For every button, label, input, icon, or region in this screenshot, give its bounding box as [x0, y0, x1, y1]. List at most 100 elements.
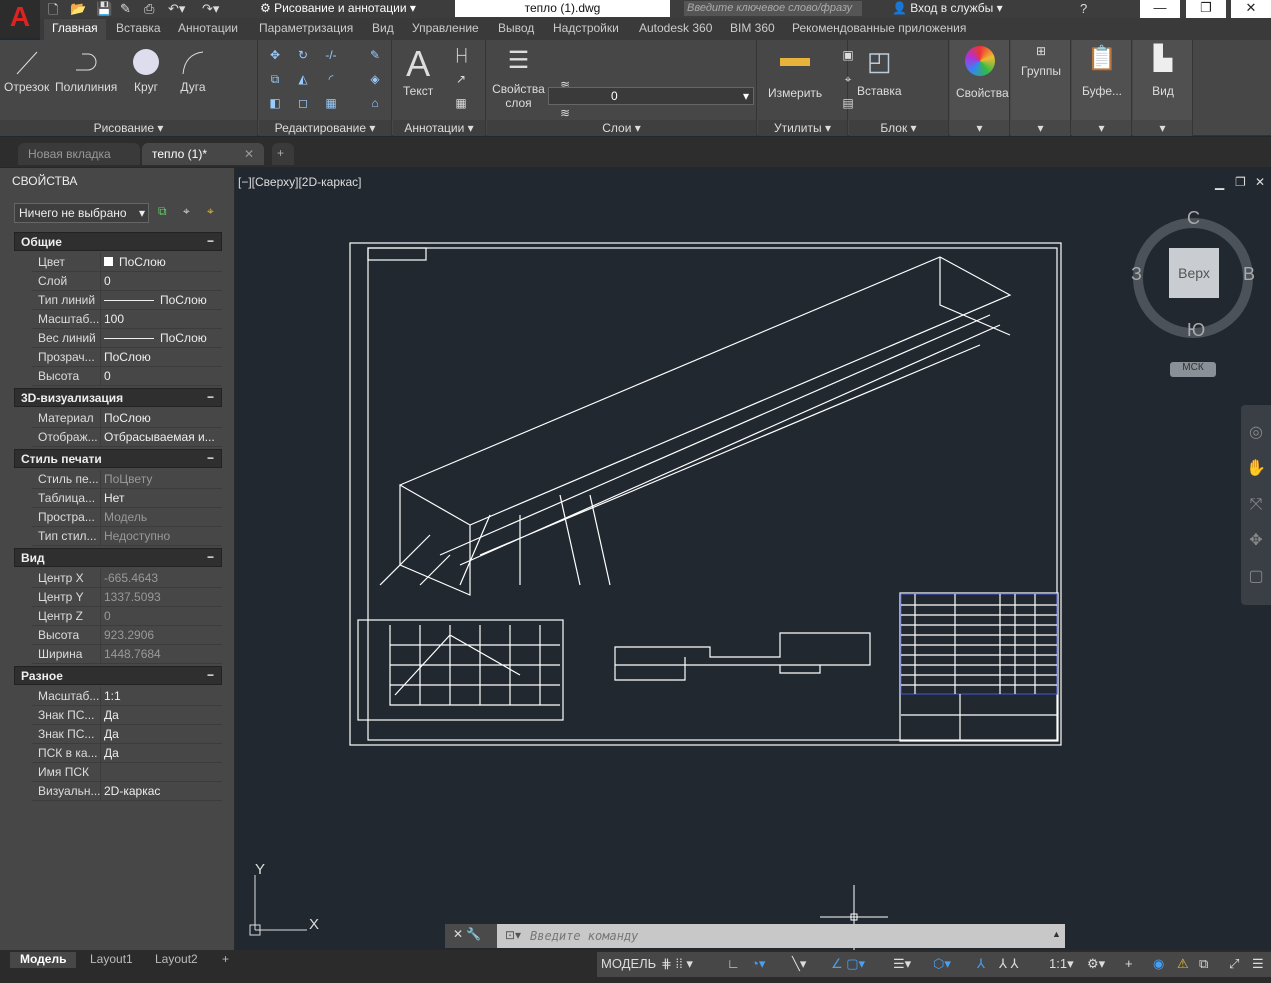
help-icon[interactable]: ? [1080, 1, 1087, 16]
customize-menu-icon[interactable]: ☰ [1252, 956, 1264, 972]
property-row[interactable]: Тип линий ПоСлою [32, 291, 222, 310]
property-row[interactable]: Центр Z 0 [32, 607, 222, 626]
stretch-icon[interactable]: ◧ [267, 96, 283, 110]
property-row[interactable]: Масштаб... 1:1 [32, 687, 222, 706]
model-space-button[interactable]: МОДЕЛЬ [601, 956, 656, 971]
tab-parametric[interactable]: Параметризация [259, 21, 353, 35]
lineweight-icon[interactable]: ☰▾ [893, 956, 911, 972]
grid-icon[interactable]: ⋕ ⁞⁞ ▾ [661, 956, 693, 972]
compass-west[interactable]: З [1131, 264, 1142, 285]
circle-tool[interactable]: Круг [132, 48, 160, 94]
doc-tab-new[interactable]: Новая вкладка [18, 143, 140, 165]
property-row[interactable]: Вес линий ПоСлою [32, 329, 222, 348]
tab-annotate[interactable]: Аннотации [178, 21, 238, 35]
auto-scale-icon[interactable]: ⅄ ⅄ [999, 956, 1019, 972]
close-button[interactable]: ✕ [1231, 0, 1271, 18]
tab-home[interactable]: Главная [44, 19, 106, 40]
select-objects-icon[interactable]: ⌖ [183, 204, 190, 219]
save-icon[interactable]: 💾 [96, 1, 112, 17]
panel-modify-label[interactable]: Редактирование ▾ [259, 120, 391, 136]
search-input[interactable]: Введите ключевое слово/фразу [684, 1, 862, 16]
add-layout-button[interactable]: + [212, 952, 239, 968]
compass-north[interactable]: С [1187, 208, 1200, 229]
workspace-dropdown[interactable]: ⚙ Рисование и аннотации ▾ [260, 0, 440, 17]
section-header[interactable]: Вид − [14, 548, 222, 567]
layout-tab-1[interactable]: Layout1 [80, 952, 143, 968]
property-row[interactable]: Высота 923.2906 [32, 626, 222, 645]
property-row[interactable]: Цвет ПоСлою [32, 253, 222, 272]
property-row[interactable]: Простра... Модель [32, 508, 222, 527]
mirror-icon[interactable]: ◭ [295, 72, 311, 86]
layout-tab-model[interactable]: Модель [10, 952, 77, 968]
property-row[interactable]: Слой 0 [32, 272, 222, 291]
panel-annotation-label[interactable]: Аннотации ▾ [393, 120, 485, 136]
table-icon[interactable]: ▦ [453, 96, 469, 110]
property-row[interactable]: ПСК в ка... Да [32, 744, 222, 763]
annotation-monitor-icon[interactable]: + [1125, 956, 1133, 971]
property-row[interactable]: Центр X -665.4643 [32, 569, 222, 588]
app-menu-button[interactable]: A [0, 0, 40, 38]
workspace-switch-icon[interactable]: ⚙▾ [1087, 956, 1105, 972]
osnap-icon[interactable]: ∠ ▢▾ [831, 956, 865, 972]
panel-draw-label[interactable]: Рисование ▾ [0, 120, 257, 136]
command-prompt-icon[interactable]: ⊡▾ [505, 928, 521, 942]
polar-icon[interactable]: ◔▾ [751, 956, 765, 972]
layout-tab-2[interactable]: Layout2 [145, 952, 208, 968]
panel-utilities-label[interactable]: Утилиты ▾ [758, 120, 847, 136]
property-row[interactable]: Центр Y 1337.5093 [32, 588, 222, 607]
minimize-button[interactable]: — [1140, 0, 1180, 18]
property-row[interactable]: Таблица... Нет [32, 489, 222, 508]
section-header[interactable]: 3D-визуализация − [14, 388, 222, 407]
section-header[interactable]: Общие − [14, 232, 222, 251]
new-tab-button[interactable]: + [272, 143, 294, 165]
dimension-icon[interactable]: ├┤ [453, 48, 470, 62]
tab-addins[interactable]: Надстройки [553, 21, 619, 35]
polyline-tool[interactable]: Полилиния [55, 48, 117, 94]
move-icon[interactable]: ✥ [267, 48, 283, 62]
tab-manage[interactable]: Управление [412, 21, 479, 35]
viewport-controls[interactable]: [−][Сверху][2D-каркас] [238, 175, 362, 189]
copy-icon[interactable]: ⧉ [267, 72, 283, 86]
groups-expand[interactable]: ▾ [1011, 120, 1070, 136]
array-icon[interactable]: ▦ [323, 96, 339, 110]
tab-output[interactable]: Вывод [498, 21, 534, 35]
collapse-icon[interactable]: − [207, 550, 214, 564]
compass-south[interactable]: Ю [1187, 320, 1205, 341]
property-row[interactable]: Высота 0 [32, 367, 222, 386]
redo-icon[interactable]: ↷▾ [202, 1, 219, 17]
properties-panel-button[interactable]: Свойства ▾ [950, 40, 1010, 136]
property-row[interactable]: Материал ПоСлою [32, 409, 222, 428]
view-panel-button[interactable]: ▙ Вид ▾ [1133, 40, 1193, 136]
clean-screen-icon[interactable]: ⤢ [1229, 956, 1239, 972]
tab-featured-apps[interactable]: Рекомендованные приложения [792, 21, 966, 35]
viewport-close-icon[interactable]: ✕ [1255, 175, 1265, 189]
print-icon[interactable]: ⎙ [144, 1, 154, 17]
offset-icon[interactable]: ⌂ [367, 96, 383, 110]
osnap-tracking-icon[interactable]: ╲▾ [792, 956, 806, 972]
property-row[interactable]: Стиль пе... ПоЦвету [32, 470, 222, 489]
fillet-icon[interactable]: ◜ [323, 72, 339, 86]
property-row[interactable]: Визуальн... 2D-каркас [32, 782, 222, 801]
tab-view[interactable]: Вид [372, 21, 394, 35]
ucs-menu[interactable]: МСК [1170, 362, 1216, 377]
annotation-scale[interactable]: 1:1▾ [1049, 956, 1074, 972]
close-tab-icon[interactable]: ✕ [244, 147, 254, 161]
compass-east[interactable]: В [1243, 264, 1255, 285]
command-input[interactable]: Введите команду [530, 929, 638, 943]
undo-icon[interactable]: ↶▾ [168, 1, 185, 17]
groups-panel-button[interactable]: ⊞ Группы ▾ [1011, 40, 1071, 136]
section-header[interactable]: Разное − [14, 666, 222, 685]
property-row[interactable]: Тип стил... Недоступно [32, 527, 222, 546]
annotation-visibility-icon[interactable]: ⅄ [977, 956, 985, 972]
collapse-icon[interactable]: − [207, 451, 214, 465]
isolate-objects-icon[interactable]: ⧉ [1199, 956, 1208, 972]
line-tool[interactable]: Отрезок [4, 48, 49, 94]
nav-tools-icon[interactable]: ◎ ✋ ⤧ ✥ ▢ [1241, 405, 1271, 595]
erase-icon[interactable]: ✎ [367, 48, 383, 62]
property-row[interactable]: Отображ... Отбрасываемая и... [32, 428, 222, 447]
insert-tool[interactable]: ◰ Вставка [857, 46, 902, 98]
panel-block-label[interactable]: Блок ▾ [849, 120, 948, 136]
properties-expand[interactable]: ▾ [950, 120, 1009, 136]
command-close-icon[interactable]: ✕ 🔧 [445, 924, 497, 948]
collapse-icon[interactable]: − [207, 234, 214, 248]
